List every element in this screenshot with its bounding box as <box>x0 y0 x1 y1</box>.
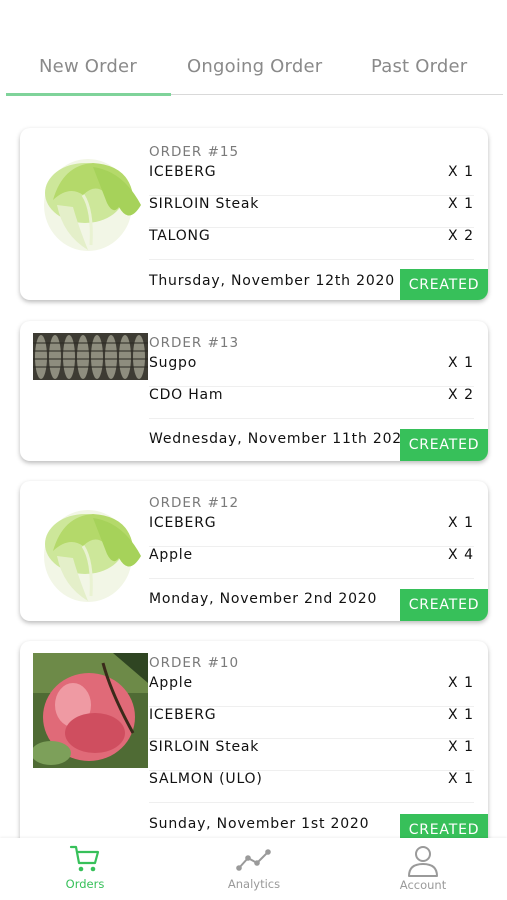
active-tab-indicator <box>6 93 171 96</box>
item-quantity: X 1 <box>448 515 474 531</box>
status-badge: CREATED <box>400 269 488 300</box>
cart-icon <box>69 845 100 872</box>
item-name: SIRLOIN Steak <box>149 739 260 755</box>
tab-ongoing-order[interactable]: Ongoing Order <box>187 56 322 77</box>
order-number: ORDER #12 <box>149 495 240 511</box>
item-name: TALONG <box>149 228 211 244</box>
item-name: Apple <box>149 675 193 691</box>
item-quantity: X 1 <box>448 196 474 212</box>
order-number: ORDER #15 <box>149 144 240 160</box>
status-badge: CREATED <box>400 429 488 461</box>
order-item-row: ICEBERG X 1 <box>149 515 474 547</box>
order-card[interactable]: ORDER #13 Sugpo X 1 CDO Ham X 2 Wednesda… <box>20 321 488 461</box>
order-item-row: TALONG X 2 <box>149 228 474 260</box>
order-date: Thursday, November 12th 2020 <box>149 273 395 289</box>
nav-label-analytics: Analytics <box>227 877 281 891</box>
nav-account[interactable]: Account <box>363 844 483 892</box>
product-image-apple <box>33 653 148 768</box>
item-name: ICEBERG <box>149 164 217 180</box>
order-date: Monday, November 2nd 2020 <box>149 591 378 607</box>
order-date: Sunday, November 1st 2020 <box>149 816 370 832</box>
item-quantity: X 1 <box>448 739 474 755</box>
item-quantity: X 1 <box>448 771 474 787</box>
order-item-row: SIRLOIN Steak X 1 <box>149 196 474 228</box>
order-item-row: CDO Ham X 2 <box>149 387 474 419</box>
nav-analytics[interactable]: Analytics <box>194 844 314 891</box>
item-name: SIRLOIN Steak <box>149 196 260 212</box>
order-item-row: Apple X 4 <box>149 547 474 579</box>
item-name: Sugpo <box>149 355 198 371</box>
nav-orders[interactable]: Orders <box>25 844 145 891</box>
item-quantity: X 2 <box>448 228 474 244</box>
item-name: ICEBERG <box>149 707 217 723</box>
tab-past-order[interactable]: Past Order <box>371 56 467 77</box>
nav-label-orders: Orders <box>65 877 105 891</box>
analytics-icon <box>236 849 271 871</box>
order-item-row: SALMON (ULO) X 1 <box>149 771 474 803</box>
item-name: SALMON (ULO) <box>149 771 263 787</box>
bottom-navigation: Orders Analytics Account <box>0 838 507 900</box>
order-item-row: Apple X 1 <box>149 675 474 707</box>
item-quantity: X 4 <box>448 547 474 563</box>
product-image-shrimp <box>33 333 148 380</box>
item-quantity: X 1 <box>448 707 474 723</box>
order-item-row: SIRLOIN Steak X 1 <box>149 739 474 771</box>
order-item-row: Sugpo X 1 <box>149 355 474 387</box>
order-card[interactable]: ORDER #10 Apple X 1 ICEBERG X 1 SIRLOIN … <box>20 641 488 851</box>
order-item-row: ICEBERG X 1 <box>149 164 474 196</box>
item-quantity: X 1 <box>448 675 474 691</box>
item-name: Apple <box>149 547 193 563</box>
order-number: ORDER #10 <box>149 655 240 671</box>
order-date: Wednesday, November 11th 2020 <box>149 431 412 447</box>
order-item-row: ICEBERG X 1 <box>149 707 474 739</box>
item-name: ICEBERG <box>149 515 217 531</box>
item-quantity: X 1 <box>448 164 474 180</box>
order-number: ORDER #13 <box>149 335 240 351</box>
tab-new-order[interactable]: New Order <box>39 56 137 77</box>
status-badge: CREATED <box>400 589 488 621</box>
nav-label-account: Account <box>399 878 447 892</box>
order-card[interactable]: ORDER #15 ICEBERG X 1 SIRLOIN Steak X 1 … <box>20 128 488 300</box>
item-quantity: X 1 <box>448 355 474 371</box>
order-tabs: New Order Ongoing Order Past Order <box>6 40 503 96</box>
product-image-lettuce <box>33 496 148 611</box>
product-image-lettuce <box>33 145 148 260</box>
item-name: CDO Ham <box>149 387 224 403</box>
item-quantity: X 2 <box>448 387 474 403</box>
order-card[interactable]: ORDER #12 ICEBERG X 1 Apple X 4 Monday, … <box>20 481 488 621</box>
account-icon <box>408 846 438 877</box>
